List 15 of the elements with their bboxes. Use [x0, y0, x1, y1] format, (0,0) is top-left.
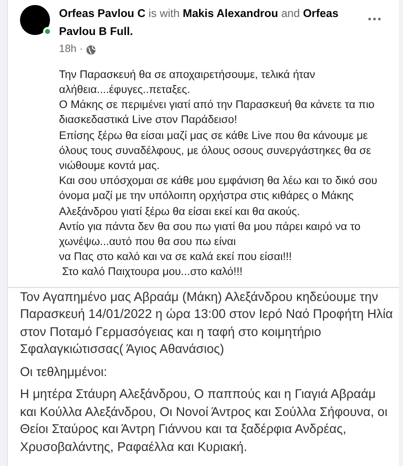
avatar[interactable] — [20, 5, 50, 35]
shared-text: Τον Αγαπημένο μας Αβραάμ (Μάκη) Αλεξάνδρου κηδεύουμε την Παρασκευή 14/01/2022 η ώρα 13:00 στον Ιερό Ναό Προφήτη Ηλία στον Ποταμό Γερμασόγειας και η ταφή στο κοιμητήριο Σφαλαγκιώτισσας( Άγιος Αθανάσιος) — [20, 288, 394, 358]
post-text: Την Παρασκευή θα σε αποχαιρετήσουμε, τελικά ήταν αλήθεια....έφυγες..πεταξες. — [59, 68, 316, 98]
post-text: Και σου υπόσχομαι σε κάθε μου εμφάνιση θα λέω και το δικό σου όνομα μαζί με την υπόλοιπη ορχήστρα στις κιθάρες ο Μάκης Αλεξάνδρου γιατί ξέρω θα είσαι εκεί και θα ακούς. — [59, 174, 378, 220]
post-text: Επίσης ξέρω θα είσαι μαζί μας σε κάθε Live που θα κάνουμε με όλους τους συναδέλφους, με όλους οσους συνεργάστηκες θα σε νιώθουμε κοντά μας. — [59, 128, 372, 174]
post-heading: Orfeas Pavlou C is with Makis Alexandrou and Orfeas Pavlou B Full. — [59, 7, 340, 40]
more-options-icon[interactable] — [368, 17, 381, 21]
separator-text: · — [80, 42, 84, 57]
post-text: Στο καλό Παιχτουρα μου...στο καλό!!! — [61, 265, 244, 280]
timestamp-link[interactable]: 18h — [59, 42, 77, 58]
post-text: Ο Μάκης σε περιμένει γιατί από την Παρασκευή θα κάνετε τα πιο διασκεδαστικά Live στον Παράδεισο! — [59, 98, 376, 128]
shared-text: Η μητέρα Στάυρη Αλεξάνδρου, Ο παππούς και η Γιαγιά Αβραάμ και Κούλλα Αλεξάνδρου, Οι Νονοί Άντρος και Σούλλα Σήφουνα, οι Θείοι Σταύρος και Άντρη Γιάννου και τα ξαδέρφια Ανδρέας, Χρυσοβαλάντης, Ραφαέλλα και Κυριακή. — [20, 386, 388, 456]
post-text: να Πας στο καλό και να σε καλά εκεί που είσαι!!! — [59, 250, 293, 266]
globe-icon — [86, 44, 96, 55]
shared-text: Οι τεθλημμένοι: — [20, 364, 108, 381]
